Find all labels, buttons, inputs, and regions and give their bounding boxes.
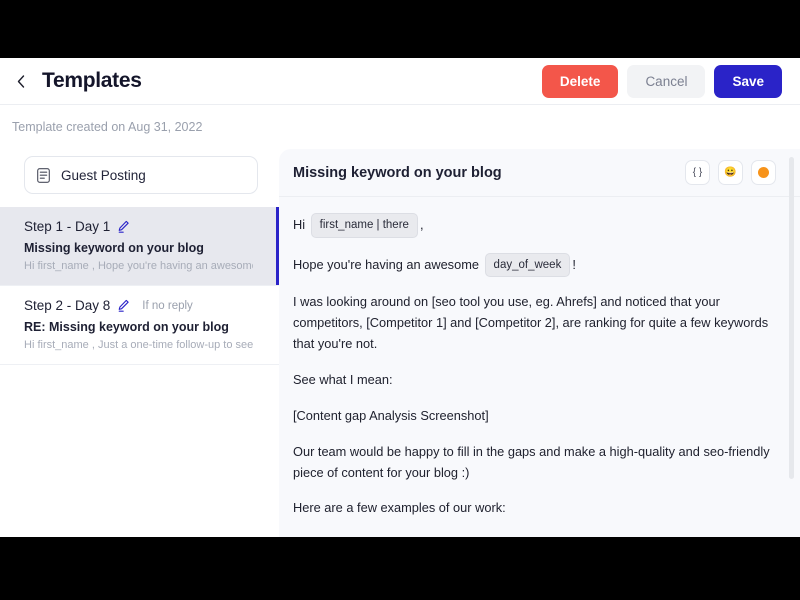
step-header-2: Step 2 - Day 8 If no reply — [24, 298, 253, 313]
email-paragraph-4: See what I mean: — [293, 372, 393, 387]
step-list: Step 1 - Day 1 Missing keyword on your b… — [0, 207, 279, 365]
step-item-1[interactable]: Step 1 - Day 1 Missing keyword on your b… — [0, 207, 279, 286]
step-title-2: Step 2 - Day 8 — [24, 298, 111, 313]
template-folder-selector[interactable]: Guest Posting — [24, 156, 258, 194]
step-item-2[interactable]: Step 2 - Day 8 If no reply RE: Missing k… — [0, 286, 279, 365]
letterbox-top — [0, 0, 800, 58]
orange-dot-icon[interactable] — [751, 160, 776, 185]
pencil-edit-icon[interactable] — [117, 299, 130, 312]
greeting-suffix: , — [419, 217, 424, 232]
step-preview-1: Hi first_name , Hope you're having an aw… — [24, 260, 253, 272]
emoji-icon[interactable]: 😀 — [718, 160, 743, 185]
document-icon — [37, 167, 50, 183]
template-created-text: Template created on Aug 31, 2022 — [12, 120, 203, 134]
email-paragraph-6: Our team would be happy to fill in the g… — [293, 443, 770, 480]
app-screen: Templates Delete Cancel Save Template cr… — [0, 58, 800, 537]
greeting-prefix: Hi — [293, 217, 306, 232]
step-condition-2: If no reply — [142, 299, 193, 312]
body-split: Guest Posting Step 1 - Day 1 Missing key… — [0, 149, 800, 537]
email-paragraph-5: [Content gap Analysis Screenshot] — [293, 407, 489, 423]
step-subject-1: Missing keyword on your blog — [24, 241, 204, 255]
line2-suffix: ! — [572, 256, 576, 272]
email-editor-header: Missing keyword on your blog { } 😀 — [279, 149, 800, 197]
app-header: Templates Delete Cancel Save — [0, 58, 800, 105]
step-subject-2: RE: Missing keyword on your blog — [24, 320, 229, 334]
email-greeting-line: Hi first_name | there, — [293, 213, 778, 238]
save-button[interactable]: Save — [714, 64, 782, 98]
merge-tag-day-of-week[interactable]: day_of_week — [484, 252, 571, 278]
orange-dot-shape — [758, 167, 769, 178]
variables-icon[interactable]: { } — [685, 160, 710, 185]
step-title-1: Step 1 - Day 1 — [24, 219, 111, 234]
steps-sidebar: Guest Posting Step 1 - Day 1 Missing key… — [0, 149, 279, 537]
pencil-edit-icon[interactable] — [117, 220, 130, 233]
cancel-button[interactable]: Cancel — [627, 64, 706, 98]
email-paragraph-3: I was looking around on [seo tool you us… — [293, 294, 769, 352]
template-meta-bar: Template created on Aug 31, 2022 — [0, 105, 800, 149]
step-header-1: Step 1 - Day 1 — [24, 219, 253, 234]
editor-scrollbar[interactable] — [789, 157, 794, 479]
chevron-left-icon — [17, 74, 25, 88]
header-actions: Delete Cancel Save — [541, 64, 782, 98]
email-line-2: Hope you're having an awesome day_of_wee… — [293, 252, 778, 278]
step-preview-2: Hi first_name , Just a one-time follow-u… — [24, 339, 253, 351]
delete-button[interactable]: Delete — [541, 64, 619, 98]
email-subject: Missing keyword on your blog — [293, 164, 502, 181]
editor-toolbar: { } 😀 — [685, 160, 776, 185]
page-title: Templates — [42, 69, 142, 92]
merge-tag-first-name[interactable]: first_name | there — [310, 213, 418, 238]
template-folder-name: Guest Posting — [61, 167, 146, 183]
email-editor-panel: Missing keyword on your blog { } 😀 Hi fi… — [279, 149, 800, 537]
email-body[interactable]: Hi first_name | there, Hope you're havin… — [279, 197, 800, 537]
letterbox-bottom — [0, 537, 800, 600]
back-button[interactable] — [10, 68, 32, 94]
email-paragraph-7: Here are a few examples of our work: — [293, 500, 506, 516]
line2-prefix: Hope you're having an awesome — [293, 256, 479, 272]
